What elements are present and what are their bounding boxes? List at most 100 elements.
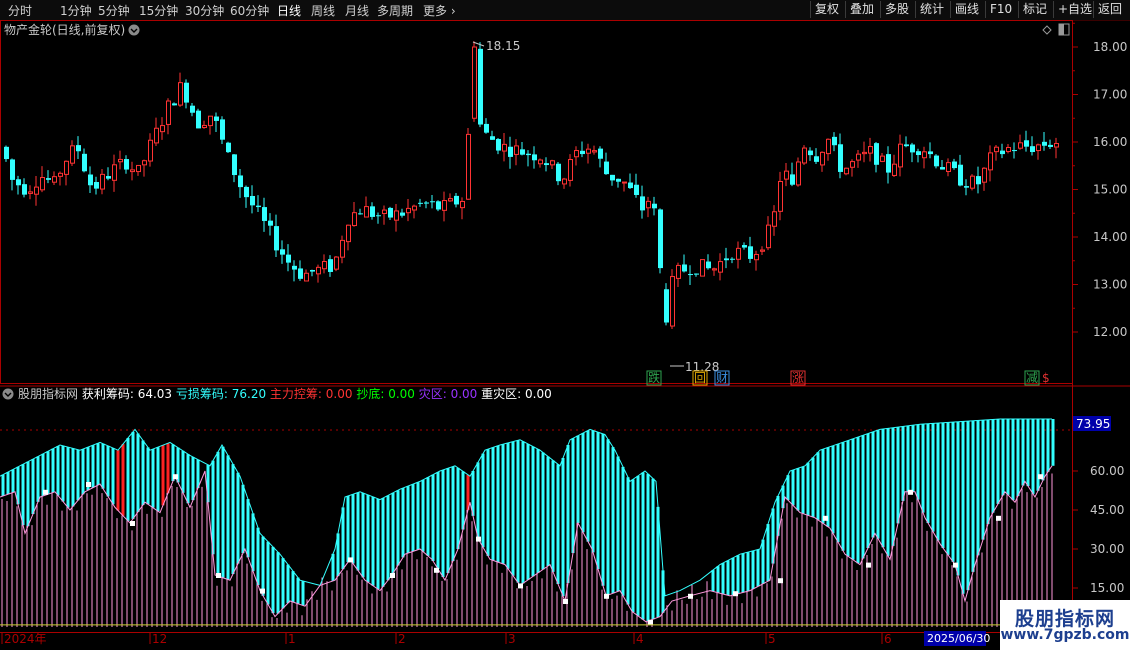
- candle: [1012, 142, 1017, 159]
- price-tick-label: 17.00: [1093, 88, 1127, 102]
- candle: [982, 167, 987, 191]
- signal-dot: [518, 583, 523, 589]
- period-tab-15min[interactable]: 15分钟: [139, 2, 178, 19]
- signal-dot: [173, 474, 178, 480]
- legend-label: 获利筹码:: [82, 387, 138, 401]
- candle: [598, 146, 603, 168]
- legend-label: 灾区:: [415, 386, 451, 401]
- event-marker[interactable]: 跌: [646, 370, 662, 386]
- legend-value: 0.00: [388, 387, 415, 401]
- time-tick-label: 6: [884, 632, 892, 646]
- signal-dot: [260, 588, 265, 594]
- period-tab-intraday[interactable]: 分时: [8, 2, 32, 19]
- chart-area[interactable]: 物产金轮(日线,前复权) 18.0017.0016.0015.0014.0013…: [0, 20, 1130, 650]
- candle: [550, 159, 555, 170]
- candle: [280, 240, 285, 264]
- period-tab-more[interactable]: 更多 ›: [423, 2, 456, 19]
- event-marker[interactable]: 减: [1024, 370, 1040, 386]
- price-tick-label: 15.00: [1093, 183, 1127, 197]
- candle: [844, 167, 849, 176]
- period-tab-1min[interactable]: 1分钟: [60, 2, 92, 19]
- signal-dot: [476, 536, 481, 542]
- diamond-icon[interactable]: [1042, 25, 1052, 35]
- candle: [502, 132, 507, 162]
- high-price-text: 18.15: [486, 39, 520, 53]
- candle: [172, 102, 177, 106]
- title-chevron-icon[interactable]: [128, 24, 140, 36]
- candle: [658, 208, 663, 274]
- signal-dot: [130, 521, 135, 526]
- candle: [940, 160, 945, 170]
- time-tick-label: 5: [768, 632, 776, 646]
- mark-button[interactable]: 标记: [1018, 1, 1051, 18]
- candle: [730, 257, 735, 264]
- period-tab-30min[interactable]: 30分钟: [185, 2, 224, 19]
- candle: [424, 201, 429, 209]
- signal-dot: [953, 562, 958, 568]
- overlay-button[interactable]: 叠加: [845, 1, 878, 18]
- candle: [628, 173, 633, 190]
- candle: [346, 224, 351, 251]
- stats-button[interactable]: 统计: [915, 1, 948, 18]
- candle: [16, 175, 21, 195]
- legend-value: 76.20: [232, 387, 266, 401]
- candle: [76, 136, 81, 159]
- multi-stock-button[interactable]: 多股: [880, 1, 913, 18]
- price-tick-label: 13.00: [1093, 278, 1127, 292]
- period-tab-monthly[interactable]: 月线: [345, 2, 369, 19]
- draw-button[interactable]: 画线: [950, 1, 983, 18]
- signal-dot: [1038, 474, 1043, 480]
- candle: [466, 127, 471, 200]
- indicator-menu-icon[interactable]: [2, 388, 14, 400]
- candle: [634, 173, 639, 198]
- candle: [454, 192, 459, 208]
- candle: [862, 141, 867, 163]
- back-button[interactable]: 返回: [1093, 1, 1126, 18]
- event-marker[interactable]: 财: [714, 370, 730, 386]
- period-tab-60min[interactable]: 60分钟: [230, 2, 269, 19]
- candle: [496, 137, 501, 155]
- period-tab-5min[interactable]: 5分钟: [98, 2, 130, 19]
- candle: [484, 118, 489, 134]
- candle: [652, 196, 657, 216]
- candle: [562, 177, 567, 189]
- candle: [286, 244, 291, 272]
- candle: [898, 134, 903, 177]
- panel-toggle-icon[interactable]: [1058, 23, 1070, 36]
- add-watchlist-button[interactable]: +自选: [1053, 1, 1096, 18]
- candle: [22, 178, 27, 198]
- event-marker[interactable]: 涨: [790, 370, 806, 386]
- candle: [814, 148, 819, 164]
- candle: [130, 161, 135, 181]
- candle: [916, 148, 921, 163]
- candle: [850, 159, 855, 177]
- legend-label: 亏损筹码:: [172, 387, 232, 401]
- signal-dot: [823, 515, 828, 521]
- signal-dot: [216, 573, 221, 578]
- signal-dot: [348, 557, 353, 563]
- candle: [568, 154, 573, 187]
- indicator-legend: 股朋指标网 获利筹码: 64.03 亏损筹码: 76.20 主力控筹: 0.00…: [18, 386, 552, 401]
- candle: [826, 138, 831, 161]
- indicator-series: [0, 418, 1055, 627]
- candle: [106, 167, 111, 181]
- signal-dot: [866, 562, 871, 568]
- candle: [328, 255, 333, 277]
- f10-button[interactable]: F10: [985, 1, 1016, 18]
- indicator-tick-label: 60.00: [1090, 464, 1124, 478]
- candle: [436, 200, 441, 212]
- candle: [232, 154, 237, 183]
- period-tab-multi[interactable]: 多周期: [377, 2, 413, 19]
- event-marker[interactable]: 回: [692, 370, 708, 386]
- candle: [1006, 144, 1011, 154]
- indicator-tick-label: 45.00: [1090, 503, 1124, 517]
- candle: [46, 170, 51, 184]
- time-tick-label: 2: [398, 632, 406, 646]
- legend-value: 64.03: [138, 387, 172, 401]
- adjust-button[interactable]: 复权: [810, 1, 843, 18]
- event-marker[interactable]: $: [1042, 371, 1050, 385]
- candle: [178, 72, 183, 107]
- brand-url: www.7gpzb.com: [1000, 627, 1130, 643]
- period-tab-weekly[interactable]: 周线: [311, 2, 335, 19]
- period-tab-daily[interactable]: 日线: [277, 2, 301, 19]
